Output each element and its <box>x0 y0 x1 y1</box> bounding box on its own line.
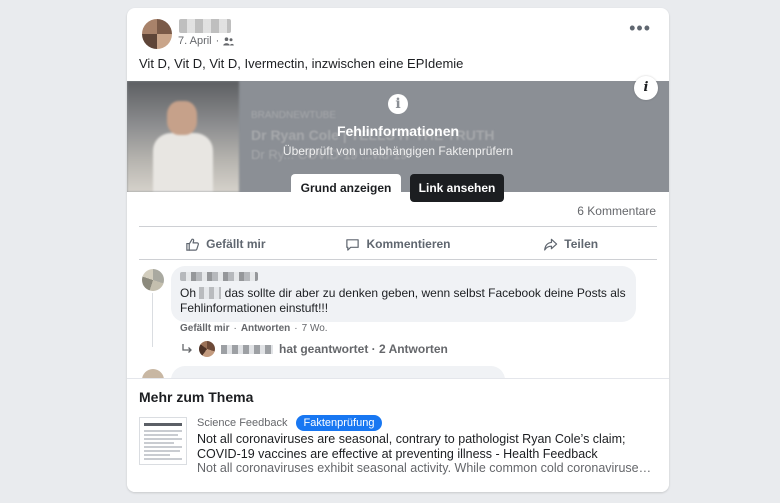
comment-bubble-icon <box>346 238 360 251</box>
pixelated-name <box>199 287 222 299</box>
divider <box>139 259 657 260</box>
author-avatar[interactable] <box>142 19 172 49</box>
author-name-pixelated[interactable] <box>179 19 231 33</box>
post-card: 7. April · ••• Vit D, Vit D, Vit D, Iver… <box>127 8 669 492</box>
article-source: Science Feedback <box>197 417 288 429</box>
post-meta: 7. April · <box>178 35 235 47</box>
comment-like-link[interactable]: Gefällt mir <box>180 323 229 334</box>
reply-arrow-icon <box>182 344 192 353</box>
post-date[interactable]: 7. April <box>178 35 212 47</box>
fact-check-badge: Faktenprüfung <box>295 415 383 431</box>
replier-avatar <box>199 341 215 357</box>
article-description: Not all coronaviruses exhibit seasonal a… <box>197 461 655 475</box>
article-source-row: Science Feedback Faktenprüfung <box>197 415 383 431</box>
share-button[interactable]: Teilen <box>484 233 657 255</box>
related-articles-panel: Mehr zum Thema Science Feedback Faktenpr… <box>127 378 669 492</box>
comment-text: Oh das sollte dir aber zu denken geben, … <box>180 286 626 315</box>
comments-count[interactable]: 6 Kommentare <box>577 204 656 218</box>
comment-meta: Gefällt mir · Antworten · 7 Wo. <box>180 323 328 334</box>
related-title: Mehr zum Thema <box>139 389 254 405</box>
comment-bubble: Oh das sollte dir aber zu denken geben, … <box>171 266 636 322</box>
action-bar: Gefällt mir Kommentieren Teilen <box>139 233 657 255</box>
post-text: Vit D, Vit D, Vit D, Ivermectin, inzwisc… <box>139 56 464 71</box>
friends-icon <box>223 36 235 45</box>
comment-age[interactable]: 7 Wo. <box>302 323 328 334</box>
replies-link[interactable]: hat geantwortet · 2 Antworten <box>181 341 448 357</box>
reply-summary: hat geantwortet · 2 Antworten <box>279 342 448 356</box>
info-icon-button[interactable]: i <box>634 76 658 100</box>
comment-button[interactable]: Kommentieren <box>312 233 485 255</box>
misinfo-subtitle: Überprüft von unabhängigen Faktenprüfern <box>282 144 514 158</box>
divider <box>139 226 657 227</box>
commenter-name-pixelated[interactable] <box>180 272 258 281</box>
article-thumbnail[interactable] <box>139 417 187 465</box>
like-button[interactable]: Gefällt mir <box>139 233 312 255</box>
replier-name-pixelated <box>221 344 273 354</box>
misinfo-title: Fehlinformationen <box>336 123 460 139</box>
comment-reply-link[interactable]: Antworten <box>241 323 290 334</box>
info-icon: i <box>388 94 408 114</box>
show-reason-button[interactable]: Grund anzeigen <box>291 174 401 202</box>
share-arrow-icon <box>544 238 558 251</box>
view-link-button[interactable]: Link ansehen <box>410 174 504 202</box>
article-title[interactable]: Not all coronaviruses are seasonal, cont… <box>197 432 657 462</box>
more-options-icon[interactable]: ••• <box>629 19 651 37</box>
blurred-source: BRANDNEWTUBE <box>251 110 337 121</box>
thread-line <box>152 293 153 347</box>
commenter-avatar[interactable] <box>142 269 164 291</box>
thumbs-up-icon <box>186 238 200 251</box>
